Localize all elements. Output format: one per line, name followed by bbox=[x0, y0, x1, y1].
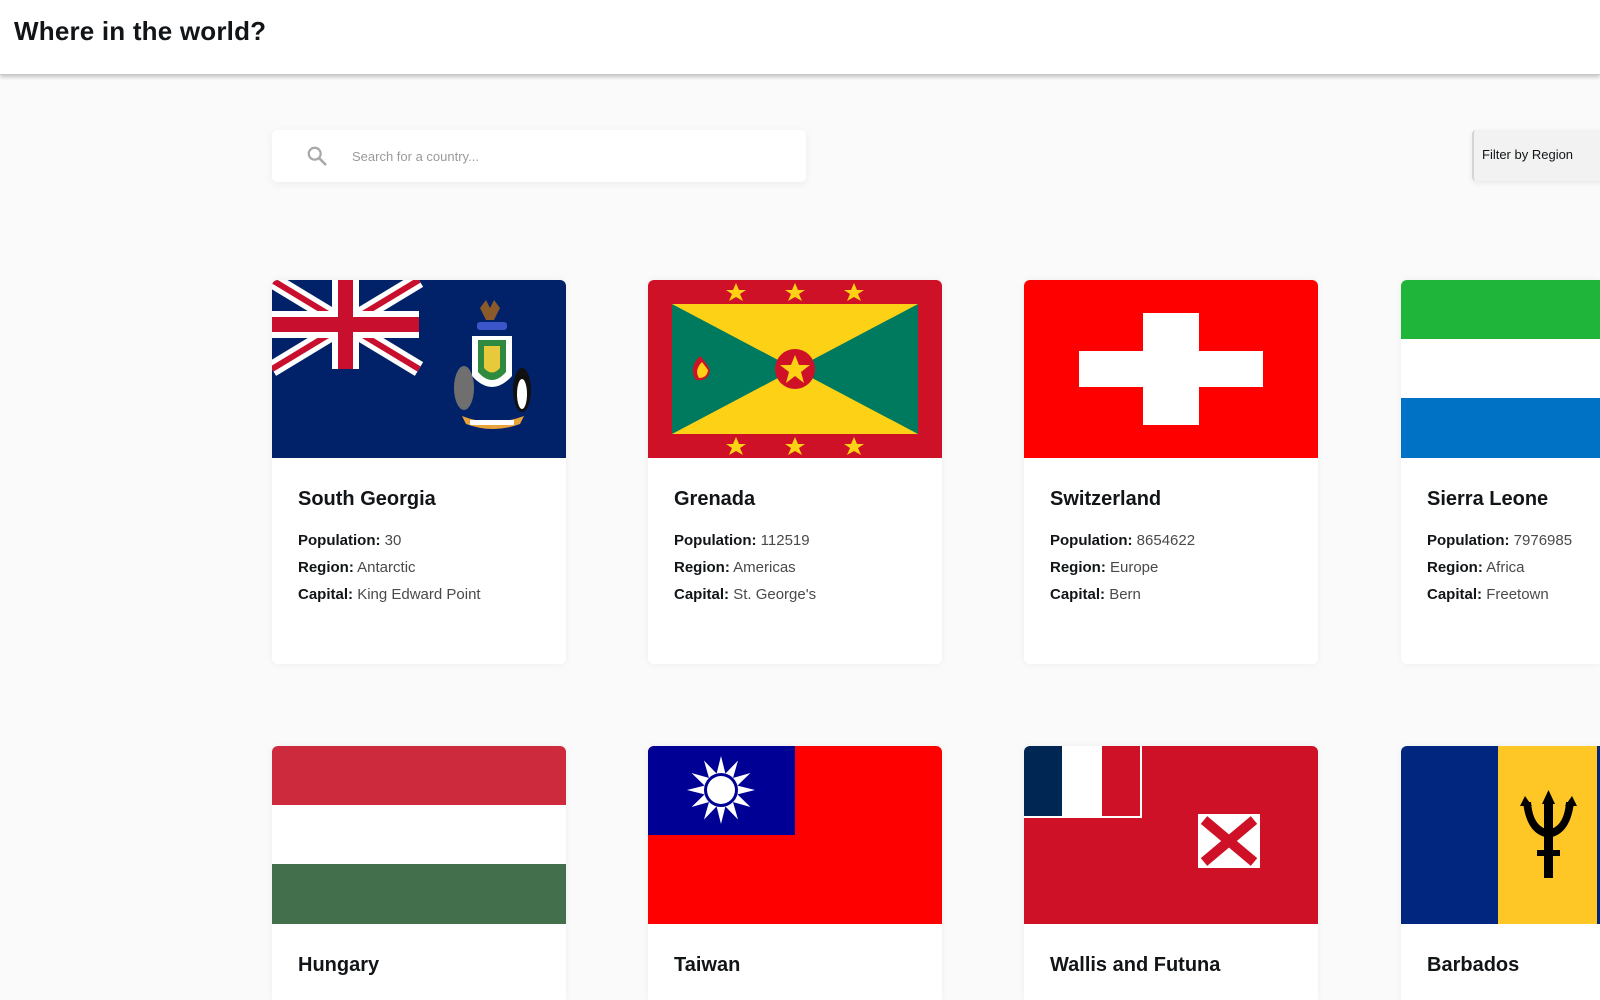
country-population: Population: 7976985 bbox=[1427, 532, 1573, 549]
country-region: Region: Africa bbox=[1427, 559, 1525, 576]
saltire-icon bbox=[1198, 814, 1260, 868]
country-name: Switzerland bbox=[1050, 488, 1162, 510]
region-filter-dropdown[interactable]: Filter by Region bbox=[1472, 130, 1600, 181]
country-name: Hungary bbox=[298, 954, 380, 976]
country-card[interactable]: Barbados bbox=[1401, 746, 1600, 1000]
country-card[interactable]: South Georgia Population: 30 Region: Ant… bbox=[272, 280, 566, 664]
country-capital: Capital: Freetown bbox=[1427, 586, 1549, 603]
app-header: Where in the world? bbox=[0, 0, 1600, 75]
country-card[interactable]: Switzerland Population: 8654622 Region: … bbox=[1024, 280, 1318, 664]
country-name: Grenada bbox=[674, 488, 756, 510]
south-georgia-flag bbox=[272, 280, 566, 458]
country-card[interactable]: Taiwan bbox=[648, 746, 942, 1000]
wallis-and-futuna-flag bbox=[1024, 746, 1318, 924]
country-name: Taiwan bbox=[674, 954, 741, 976]
country-name: Sierra Leone bbox=[1427, 488, 1549, 510]
hungary-flag bbox=[272, 746, 566, 924]
switzerland-flag bbox=[1024, 280, 1318, 458]
search-icon bbox=[307, 146, 327, 166]
app-title[interactable]: Where in the world? bbox=[14, 16, 266, 47]
country-capital: Capital: St. George's bbox=[674, 586, 817, 603]
sierra-leone-flag bbox=[1401, 280, 1600, 458]
country-name: Wallis and Futuna bbox=[1050, 954, 1221, 976]
grenada-flag bbox=[648, 280, 942, 458]
country-population: Population: 8654622 bbox=[1050, 532, 1196, 549]
country-capital: Capital: King Edward Point bbox=[298, 586, 481, 603]
barbados-flag bbox=[1401, 746, 1600, 924]
country-population: Population: 30 bbox=[298, 532, 402, 549]
country-region: Region: Americas bbox=[674, 559, 796, 576]
country-capital: Capital: Bern bbox=[1050, 586, 1141, 603]
country-card[interactable]: Wallis and Futuna bbox=[1024, 746, 1318, 1000]
country-name: Barbados bbox=[1427, 954, 1520, 976]
taiwan-flag bbox=[648, 746, 942, 924]
region-filter-label: Filter by Region bbox=[1482, 147, 1574, 162]
country-population: Population: 112519 bbox=[674, 532, 810, 549]
country-name: South Georgia bbox=[298, 488, 436, 510]
country-card[interactable]: Hungary bbox=[272, 746, 566, 1000]
search-input[interactable] bbox=[352, 130, 792, 182]
country-region: Region: Europe bbox=[1050, 559, 1159, 576]
search-box[interactable] bbox=[272, 130, 806, 182]
country-card[interactable]: Sierra Leone Population: 7976985 Region:… bbox=[1401, 280, 1600, 664]
country-card[interactable]: Grenada Population: 112519 Region: Ameri… bbox=[648, 280, 942, 664]
country-region: Region: Antarctic bbox=[298, 559, 416, 576]
